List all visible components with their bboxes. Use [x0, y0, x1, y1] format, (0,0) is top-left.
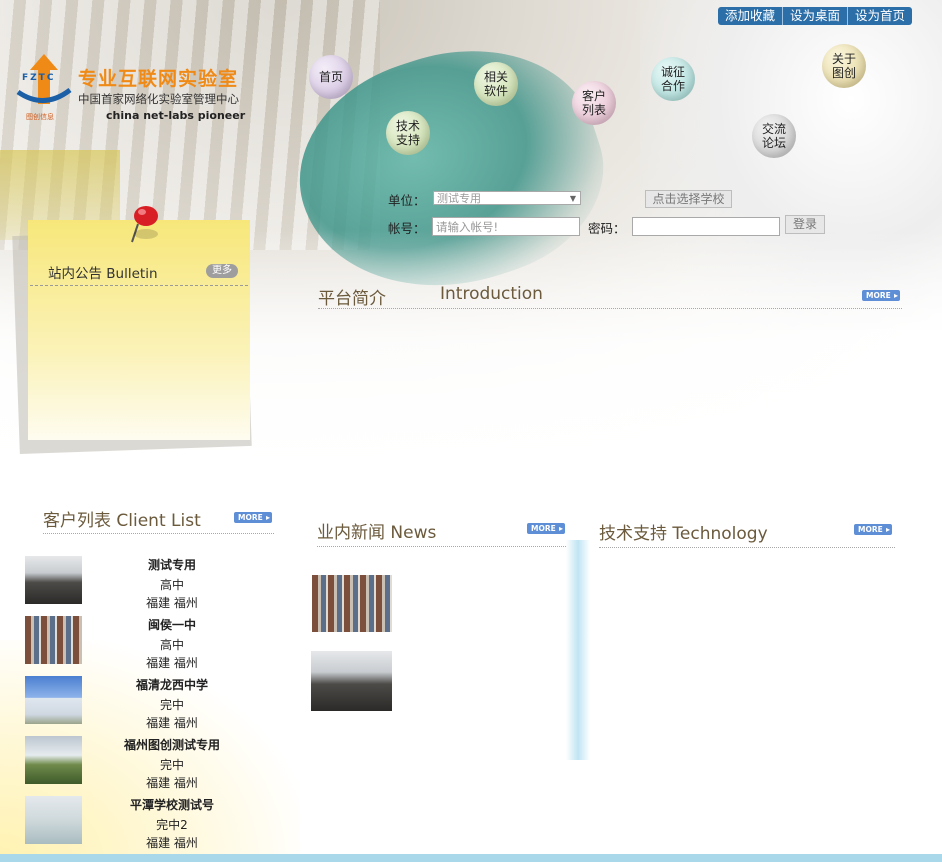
- nav-cooperation-label: 诚征合作: [660, 65, 685, 93]
- client-item: 福清龙西中学 完中 福建 福州: [24, 676, 274, 732]
- logo-title: 专业互联网实验室: [78, 68, 239, 90]
- news-photo[interactable]: [312, 575, 392, 632]
- bulletin-more-button[interactable]: 更多: [206, 264, 238, 278]
- nav-home[interactable]: 首页: [309, 55, 353, 99]
- client-name[interactable]: 福州图创测试专用: [84, 736, 260, 753]
- top-links: 添加收藏 设为桌面 设为首页: [717, 7, 912, 25]
- news-photo[interactable]: [311, 651, 392, 711]
- nav-cooperation[interactable]: 诚征合作: [651, 57, 695, 101]
- client-type: 高中: [159, 638, 184, 652]
- add-favorite-link[interactable]: 添加收藏: [718, 7, 782, 25]
- nav-software-label: 相关软件: [483, 70, 508, 98]
- footer-bar: [0, 854, 942, 862]
- chevron-down-icon: ▼: [569, 194, 576, 203]
- logo-subtitle: 中国首家网络化实验室管理中心: [78, 92, 239, 106]
- client-type: 完中: [159, 758, 184, 772]
- client-type: 完中2: [156, 818, 188, 832]
- logo-mark-text: FZTC: [22, 73, 56, 83]
- client-photo[interactable]: [25, 736, 82, 784]
- nav-home-label: 首页: [318, 70, 343, 84]
- client-item: 福州图创测试专用 完中 福建 福州: [24, 736, 274, 792]
- unit-select[interactable]: 测试专用 ▼: [433, 191, 581, 205]
- client-photo[interactable]: [25, 556, 82, 604]
- client-item: 闽侯一中 高中 福建 福州: [24, 616, 274, 672]
- clients-title: 客户列表 Client List: [43, 511, 201, 531]
- divider: [599, 547, 895, 548]
- client-name[interactable]: 闽侯一中: [84, 616, 260, 633]
- choose-school-button[interactable]: 点击选择学校: [645, 190, 732, 208]
- news-more-button[interactable]: MORE: [527, 523, 565, 534]
- login-button[interactable]: 登录: [785, 215, 825, 234]
- account-input[interactable]: [432, 217, 580, 236]
- nav-forum[interactable]: 交流论坛: [752, 114, 796, 158]
- password-input[interactable]: [632, 217, 780, 236]
- password-label: 密码：: [588, 221, 626, 236]
- set-desktop-link[interactable]: 设为桌面: [781, 7, 847, 25]
- client-item: 平潭学校测试号 完中2 福建 福州: [24, 796, 274, 852]
- intro-title-en: Introduction: [440, 284, 543, 304]
- divider: [43, 533, 274, 534]
- divider: [317, 546, 566, 547]
- login-form: 单位： 测试专用 ▼ 点击选择学校 帐号： 密码： 登录: [388, 190, 838, 240]
- client-location: 福建 福州: [146, 656, 198, 670]
- nav-clients[interactable]: 客户列表: [572, 81, 616, 125]
- client-name[interactable]: 测试专用: [84, 556, 260, 573]
- nav-forum-label: 交流论坛: [761, 122, 786, 150]
- client-name[interactable]: 平潭学校测试号: [84, 796, 260, 813]
- bulletin-panel: 站内公告 Bulletin 更多: [12, 206, 252, 454]
- client-photo[interactable]: [25, 676, 82, 724]
- client-location: 福建 福州: [146, 776, 198, 790]
- nav-software[interactable]: 相关软件: [474, 62, 518, 106]
- client-location: 福建 福州: [146, 716, 198, 730]
- nav-about[interactable]: 关于图创: [822, 44, 866, 88]
- site-logo[interactable]: FZTC 图创信息 专业互联网实验室 中国首家网络化实验室管理中心 china …: [14, 48, 264, 128]
- tech-more-button[interactable]: MORE: [854, 524, 892, 535]
- pushpin-icon: [131, 206, 158, 243]
- client-name[interactable]: 福清龙西中学: [84, 676, 260, 693]
- unit-select-value: 测试专用: [437, 192, 481, 205]
- nav-clients-label: 客户列表: [581, 89, 606, 117]
- client-location: 福建 福州: [146, 596, 198, 610]
- divider: [30, 285, 248, 286]
- intro-more-button[interactable]: MORE: [862, 290, 900, 301]
- account-label: 帐号：: [388, 221, 426, 236]
- unit-label: 单位：: [388, 193, 426, 208]
- nav-tech-label: 技术支持: [395, 119, 420, 147]
- tech-title: 技术支持 Technology: [599, 524, 768, 544]
- client-type: 高中: [159, 578, 184, 592]
- logo-english: china net-labs pioneer: [106, 109, 246, 122]
- nav-tech[interactable]: 技术支持: [386, 111, 430, 155]
- client-type: 完中: [159, 698, 184, 712]
- divider: [318, 308, 902, 309]
- set-homepage-link[interactable]: 设为首页: [846, 7, 912, 25]
- news-title: 业内新闻 News: [317, 523, 437, 543]
- client-photo[interactable]: [25, 796, 82, 844]
- bulletin-title: 站内公告 Bulletin: [48, 266, 158, 282]
- clients-more-button[interactable]: MORE: [234, 512, 272, 523]
- intro-title-cn: 平台简介: [318, 289, 386, 309]
- client-location: 福建 福州: [146, 836, 198, 850]
- nav-about-label: 关于图创: [831, 52, 856, 80]
- logo-mark-sub: 图创信息: [26, 113, 54, 121]
- client-item: 测试专用 高中 福建 福州: [24, 556, 274, 612]
- client-photo[interactable]: [25, 616, 82, 664]
